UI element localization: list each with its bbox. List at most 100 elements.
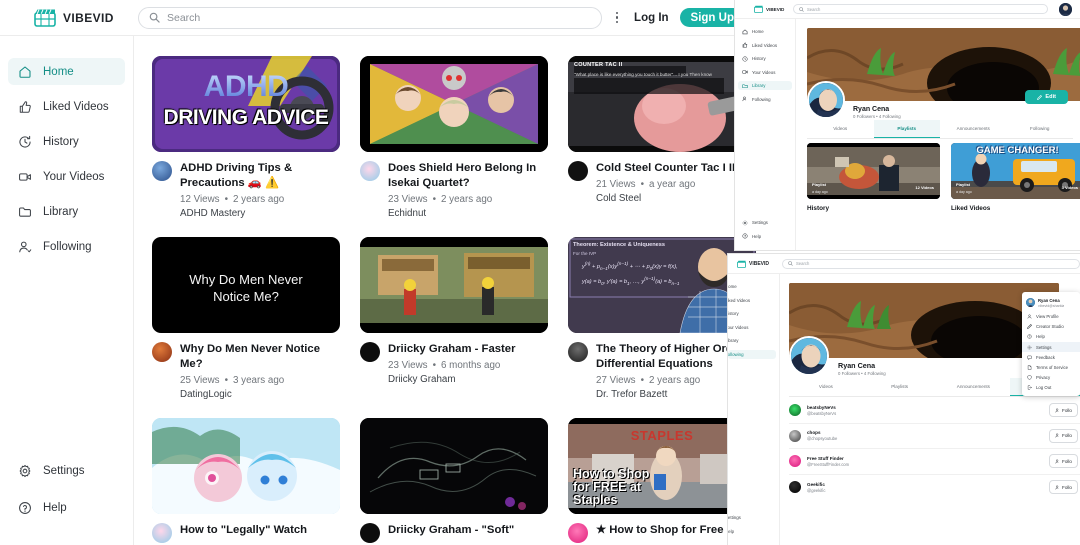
channel-avatar[interactable]: [152, 161, 172, 181]
window2-search-input[interactable]: Search: [793, 4, 1048, 14]
window2-sidebar-item-liked-videos[interactable]: Liked Videos: [738, 41, 792, 50]
window2-account-avatar[interactable]: [1059, 2, 1072, 16]
channel-avatar[interactable]: [568, 161, 588, 181]
follow-button[interactable]: Follo: [1049, 454, 1078, 469]
sidebar-item-following[interactable]: Following: [8, 233, 125, 260]
video-thumbnail[interactable]: [360, 236, 548, 333]
video-title[interactable]: Does Shield Hero Belong In Isekai Quarte…: [388, 161, 548, 191]
follow-button[interactable]: Follo: [1049, 428, 1078, 443]
window2-sidebar-item-library[interactable]: Library: [738, 81, 792, 90]
avatar[interactable]: [789, 481, 801, 494]
video-channel[interactable]: Cold Steel: [596, 193, 756, 204]
video-channel[interactable]: Driicky Graham: [388, 374, 548, 385]
brand-logo[interactable]: VIBEVID: [34, 8, 126, 27]
video-card[interactable]: ADHD DRIVING ADVICE ADHD Driving Tips & …: [152, 56, 340, 219]
sidebar-item-your-videos[interactable]: Your Videos: [8, 163, 125, 190]
tab-playlists[interactable]: Playlists: [873, 120, 940, 138]
more-vertical-icon[interactable]: [611, 11, 623, 25]
video-card[interactable]: Driicky Graham - "Soft": [360, 417, 548, 543]
video-channel[interactable]: ADHD Mastery: [180, 208, 340, 219]
follow-button[interactable]: Follo: [1049, 480, 1078, 495]
sidebar-item-history[interactable]: History: [8, 128, 125, 155]
window2-sidebar-item-settings[interactable]: Settings: [738, 218, 793, 227]
menu-item-settings[interactable]: Settings: [1022, 342, 1080, 353]
following-row[interactable]: Geekific @geekific Follo: [789, 475, 1080, 501]
video-title[interactable]: Driicky Graham - Faster: [388, 342, 548, 357]
search-input[interactable]: Search: [138, 6, 602, 29]
channel-avatar[interactable]: [360, 522, 380, 543]
video-title[interactable]: Driicky Graham - "Soft": [388, 523, 548, 538]
menu-item-log-out[interactable]: Log Out: [1022, 383, 1080, 393]
video-card[interactable]: Does Shield Hero Belong In Isekai Quarte…: [360, 56, 548, 219]
window2-sidebar-item-following[interactable]: Following: [738, 95, 792, 104]
playlist-card[interactable]: GAME CHANGER! Playlist a day ago 3 Video…: [951, 143, 1080, 212]
window3-sidebar-item-following[interactable]: Following: [728, 349, 776, 359]
follow-button[interactable]: Follo: [1049, 403, 1078, 418]
window2-brand-logo[interactable]: VIBEVID: [754, 5, 787, 13]
channel-avatar[interactable]: [568, 522, 588, 543]
video-title[interactable]: Cold Steel Counter Tac I II: [596, 161, 756, 176]
avatar[interactable]: [789, 455, 801, 468]
video-title[interactable]: ADHD Driving Tips & Precautions 🚗 ⚠️: [180, 161, 340, 191]
menu-item-terms-of-service[interactable]: Terms of Service: [1022, 362, 1080, 372]
playlist-name[interactable]: Liked Videos: [951, 205, 1080, 212]
menu-item-privacy[interactable]: Privacy: [1022, 373, 1080, 383]
playlist-name[interactable]: History: [807, 205, 940, 212]
following-row[interactable]: Free Stuff Finder @FreeStuffFinder.com F…: [789, 449, 1080, 475]
channel-avatar[interactable]: [360, 341, 380, 362]
sidebar-item-home[interactable]: Home: [8, 58, 125, 85]
login-button[interactable]: Log In: [634, 12, 669, 24]
video-thumbnail[interactable]: [152, 417, 340, 514]
following-row[interactable]: chops @chopsyoutube Follo: [789, 424, 1080, 449]
video-card[interactable]: COUNTER TAC II "What place is like every…: [568, 56, 756, 219]
video-card[interactable]: How to "Legally" Watch: [152, 417, 340, 543]
video-thumbnail[interactable]: COUNTER TAC II "What place is like every…: [568, 56, 756, 152]
menu-item-feedback[interactable]: Feedback: [1022, 352, 1080, 362]
avatar[interactable]: [789, 336, 829, 376]
tab-videos[interactable]: Videos: [807, 120, 874, 138]
video-card[interactable]: Why Do Men Never Notice Me? Why Do Men N…: [152, 236, 340, 400]
video-title[interactable]: How to "Legally" Watch: [180, 523, 340, 538]
channel-avatar[interactable]: [152, 341, 172, 362]
window3-sidebar-item-liked-videos[interactable]: Liked Videos: [728, 296, 776, 305]
video-channel[interactable]: Echidnut: [388, 208, 548, 219]
video-thumbnail[interactable]: [360, 417, 548, 514]
avatar[interactable]: [789, 404, 801, 417]
menu-item-creator-studio[interactable]: Creator Studio: [1022, 322, 1080, 332]
tab-announcements[interactable]: Announcements: [937, 378, 1011, 396]
playlist-thumbnail[interactable]: Playlist a day ago 12 Videos: [807, 143, 940, 199]
video-card[interactable]: Driicky Graham - Faster 23 Views • 6 month…: [360, 236, 548, 400]
avatar[interactable]: [807, 81, 845, 119]
playlist-card[interactable]: Playlist a day ago 12 Videos History: [807, 143, 940, 212]
sidebar-item-liked-videos[interactable]: Liked Videos: [8, 93, 125, 120]
window2-sidebar-item-history[interactable]: History: [738, 54, 792, 63]
window3-sidebar-item-settings[interactable]: Settings: [728, 513, 777, 522]
channel-avatar[interactable]: [568, 341, 588, 362]
channel-avatar[interactable]: [360, 161, 380, 181]
tab-playlists[interactable]: Playlists: [863, 378, 937, 396]
tab-following[interactable]: Following: [1007, 120, 1074, 138]
video-thumbnail[interactable]: Why Do Men Never Notice Me?: [152, 236, 340, 333]
channel-avatar[interactable]: [152, 522, 172, 543]
window3-brand-logo[interactable]: VIBEVID: [737, 260, 773, 268]
edit-profile-button[interactable]: Edit: [1025, 90, 1068, 104]
window2-sidebar-item-help[interactable]: Help: [738, 232, 793, 241]
video-title[interactable]: Why Do Men Never Notice Me?: [180, 342, 340, 372]
window3-search-input[interactable]: Search: [782, 258, 1080, 269]
menu-item-help[interactable]: Help: [1022, 332, 1080, 342]
video-thumbnail[interactable]: [360, 56, 548, 152]
window2-sidebar-item-your-videos[interactable]: Your Videos: [738, 68, 792, 77]
playlist-thumbnail[interactable]: GAME CHANGER! Playlist a day ago 3 Video…: [951, 143, 1080, 199]
window3-sidebar-item-help[interactable]: Help: [728, 527, 777, 536]
sidebar-item-library[interactable]: Library: [8, 198, 125, 225]
window2-sidebar-item-home[interactable]: Home: [738, 27, 792, 36]
window3-sidebar-item-home[interactable]: Home: [728, 282, 776, 291]
video-channel[interactable]: DatingLogic: [180, 389, 340, 400]
window3-sidebar-item-history[interactable]: History: [728, 309, 776, 318]
sidebar-item-help[interactable]: Help: [8, 494, 126, 521]
tab-videos[interactable]: Videos: [789, 378, 863, 396]
sidebar-item-settings[interactable]: Settings: [8, 457, 126, 484]
window3-sidebar-item-your-videos[interactable]: Your Videos: [728, 323, 776, 332]
menu-item-view-profile[interactable]: View Profile: [1022, 312, 1080, 322]
avatar[interactable]: [789, 429, 801, 442]
